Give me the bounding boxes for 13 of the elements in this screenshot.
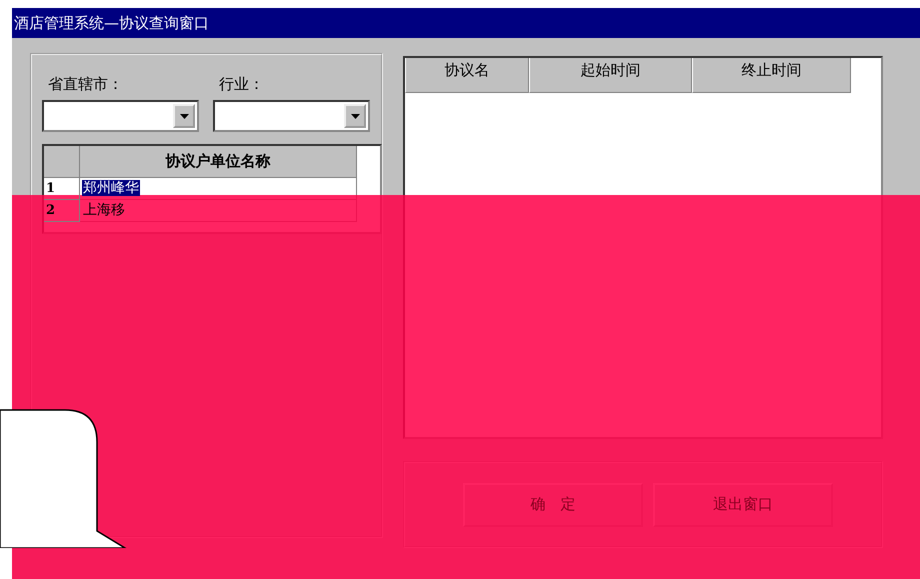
dropdown-button[interactable]	[344, 104, 366, 128]
column-header[interactable]: 起始时间	[529, 58, 692, 93]
window-title: 酒店管理系统—协议查询窗口	[14, 14, 209, 32]
column-header[interactable]: 协议名	[405, 58, 530, 93]
column-header: 协议户单位名称	[80, 146, 357, 178]
dropdown-arrow-icon	[180, 114, 188, 118]
dropdown-field[interactable]	[42, 100, 199, 132]
field-label: 省直辖市：	[47, 75, 124, 94]
column-header[interactable]: 终止时间	[692, 58, 851, 93]
dropdown-field[interactable]	[213, 100, 370, 132]
dropdown-arrow-icon	[350, 114, 360, 118]
field-label: 行业：	[218, 75, 265, 94]
dropdown-button[interactable]	[173, 104, 195, 128]
